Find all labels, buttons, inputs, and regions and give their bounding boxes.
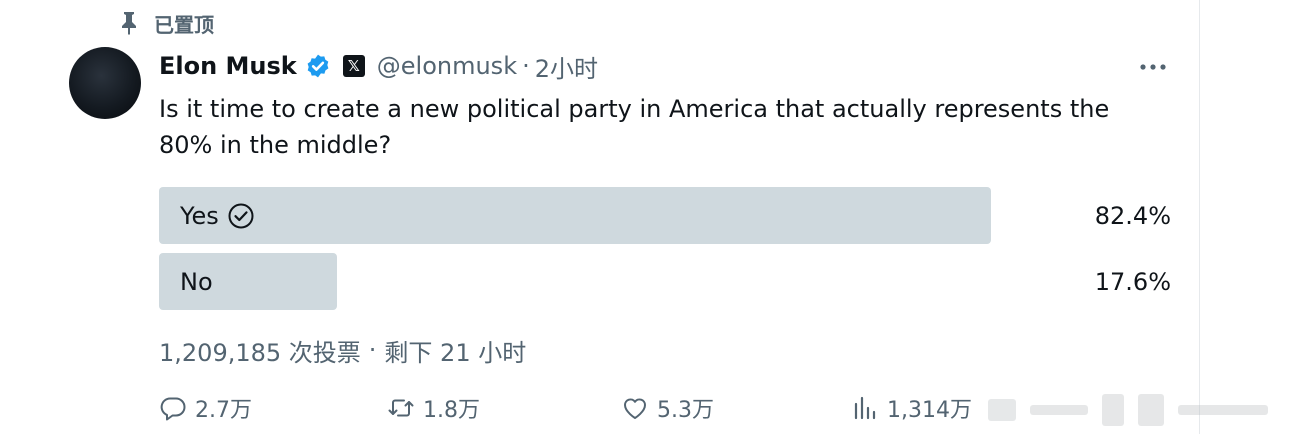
watermark-shape (1102, 394, 1124, 426)
retweet-icon (388, 399, 414, 417)
x-affiliation-badge-icon[interactable]: 𝕏 (342, 55, 365, 77)
tweet-time[interactable]: 2小时 (535, 49, 598, 84)
poll-meta-separator: · (368, 336, 377, 364)
poll-percent-yes: 82.4% (1094, 201, 1171, 230)
blurred-watermark (988, 392, 1300, 428)
poll-time-remaining: 剩下 21 小时 (384, 338, 527, 367)
column-divider (1199, 0, 1200, 434)
selected-check-icon (228, 203, 254, 228)
poll-percent-no: 17.6% (1094, 267, 1171, 296)
poll-option-yes: Yes 82.4% (159, 187, 1171, 244)
poll-vote-count: 1,209,185 次投票 (159, 338, 361, 367)
watermark-shape (1178, 405, 1268, 415)
tweet-text: Is it time to create a new political par… (159, 95, 1110, 159)
poll-meta: 1,209,185 次投票 · 剩下 21 小时 (159, 332, 526, 368)
pinned-label: 已置顶 (154, 12, 214, 37)
more-icon (1140, 64, 1166, 70)
verified-badge-icon[interactable] (305, 53, 331, 79)
reply-count: 2.7万 (195, 398, 252, 423)
like-button[interactable]: 5.3万 (621, 388, 714, 428)
retweet-count: 1.8万 (423, 398, 480, 423)
poll-option-text: No (180, 267, 213, 296)
heart-icon (623, 398, 647, 419)
watermark-shape (1030, 405, 1088, 415)
pin-icon (122, 12, 136, 35)
author-name[interactable]: Elon Musk (159, 52, 297, 80)
poll-option-text: Yes (180, 201, 219, 230)
poll-option-no: No 17.6% (159, 253, 1171, 310)
views-button[interactable]: 1,314万 (851, 388, 972, 428)
poll-label-no: No (180, 253, 213, 310)
author-handle[interactable]: @elonmusk (377, 52, 517, 80)
reply-icon (160, 397, 186, 421)
watermark-shape (988, 399, 1016, 421)
tweet-header: Elon Musk 𝕏 @elonmusk · 2小时 (159, 48, 598, 84)
watermark-shape (1138, 394, 1164, 426)
avatar[interactable] (69, 47, 141, 119)
retweet-button[interactable]: 1.8万 (387, 388, 480, 428)
pinned-indicator: 已置顶 (118, 8, 214, 38)
reply-button[interactable]: 2.7万 (159, 388, 252, 428)
view-count: 1,314万 (887, 398, 972, 423)
poll-bar-yes (159, 187, 991, 244)
poll-label-yes: Yes (180, 187, 255, 244)
header-separator: · (522, 52, 530, 80)
like-count: 5.3万 (657, 398, 714, 423)
analytics-icon (854, 396, 876, 420)
more-options-button[interactable] (1138, 52, 1168, 82)
